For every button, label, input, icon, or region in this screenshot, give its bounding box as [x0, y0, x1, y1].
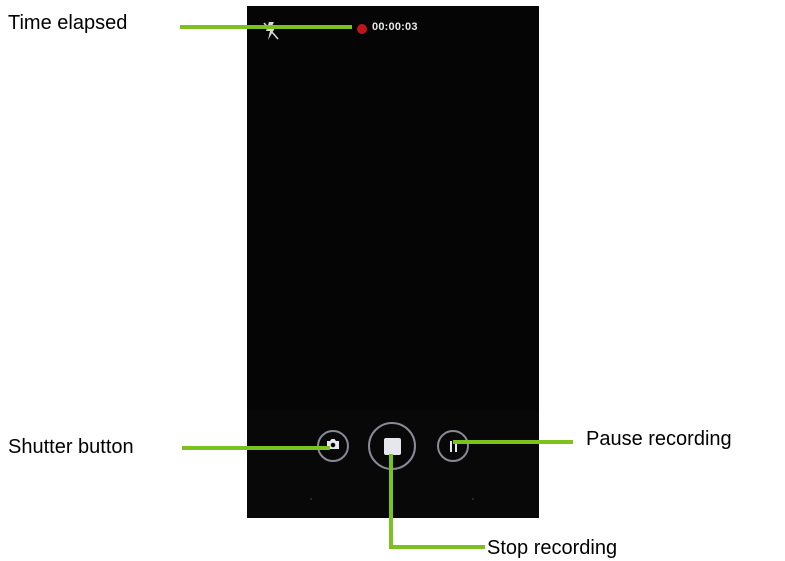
stop-icon	[383, 437, 401, 455]
nav-dot	[472, 498, 474, 500]
callout-line-time-elapsed	[180, 25, 352, 29]
callout-label-time-elapsed: Time elapsed	[8, 12, 128, 34]
callout-label-stop-recording: Stop recording	[487, 537, 618, 559]
callout-label-shutter-button: Shutter button	[8, 436, 134, 458]
callout-line-stop-recording-horizontal	[389, 545, 485, 549]
callout-line-shutter-button	[182, 446, 330, 450]
callout-label-pause-recording: Pause recording	[586, 428, 732, 450]
callout-line-pause-recording	[453, 440, 573, 444]
pause-recording-button[interactable]	[437, 430, 469, 462]
elapsed-timer: 00:00:03	[372, 21, 418, 33]
flash-off-icon[interactable]	[261, 20, 281, 42]
record-dot-icon	[357, 24, 367, 34]
nav-dot	[310, 498, 312, 500]
callout-line-stop-recording-vertical	[389, 454, 393, 548]
